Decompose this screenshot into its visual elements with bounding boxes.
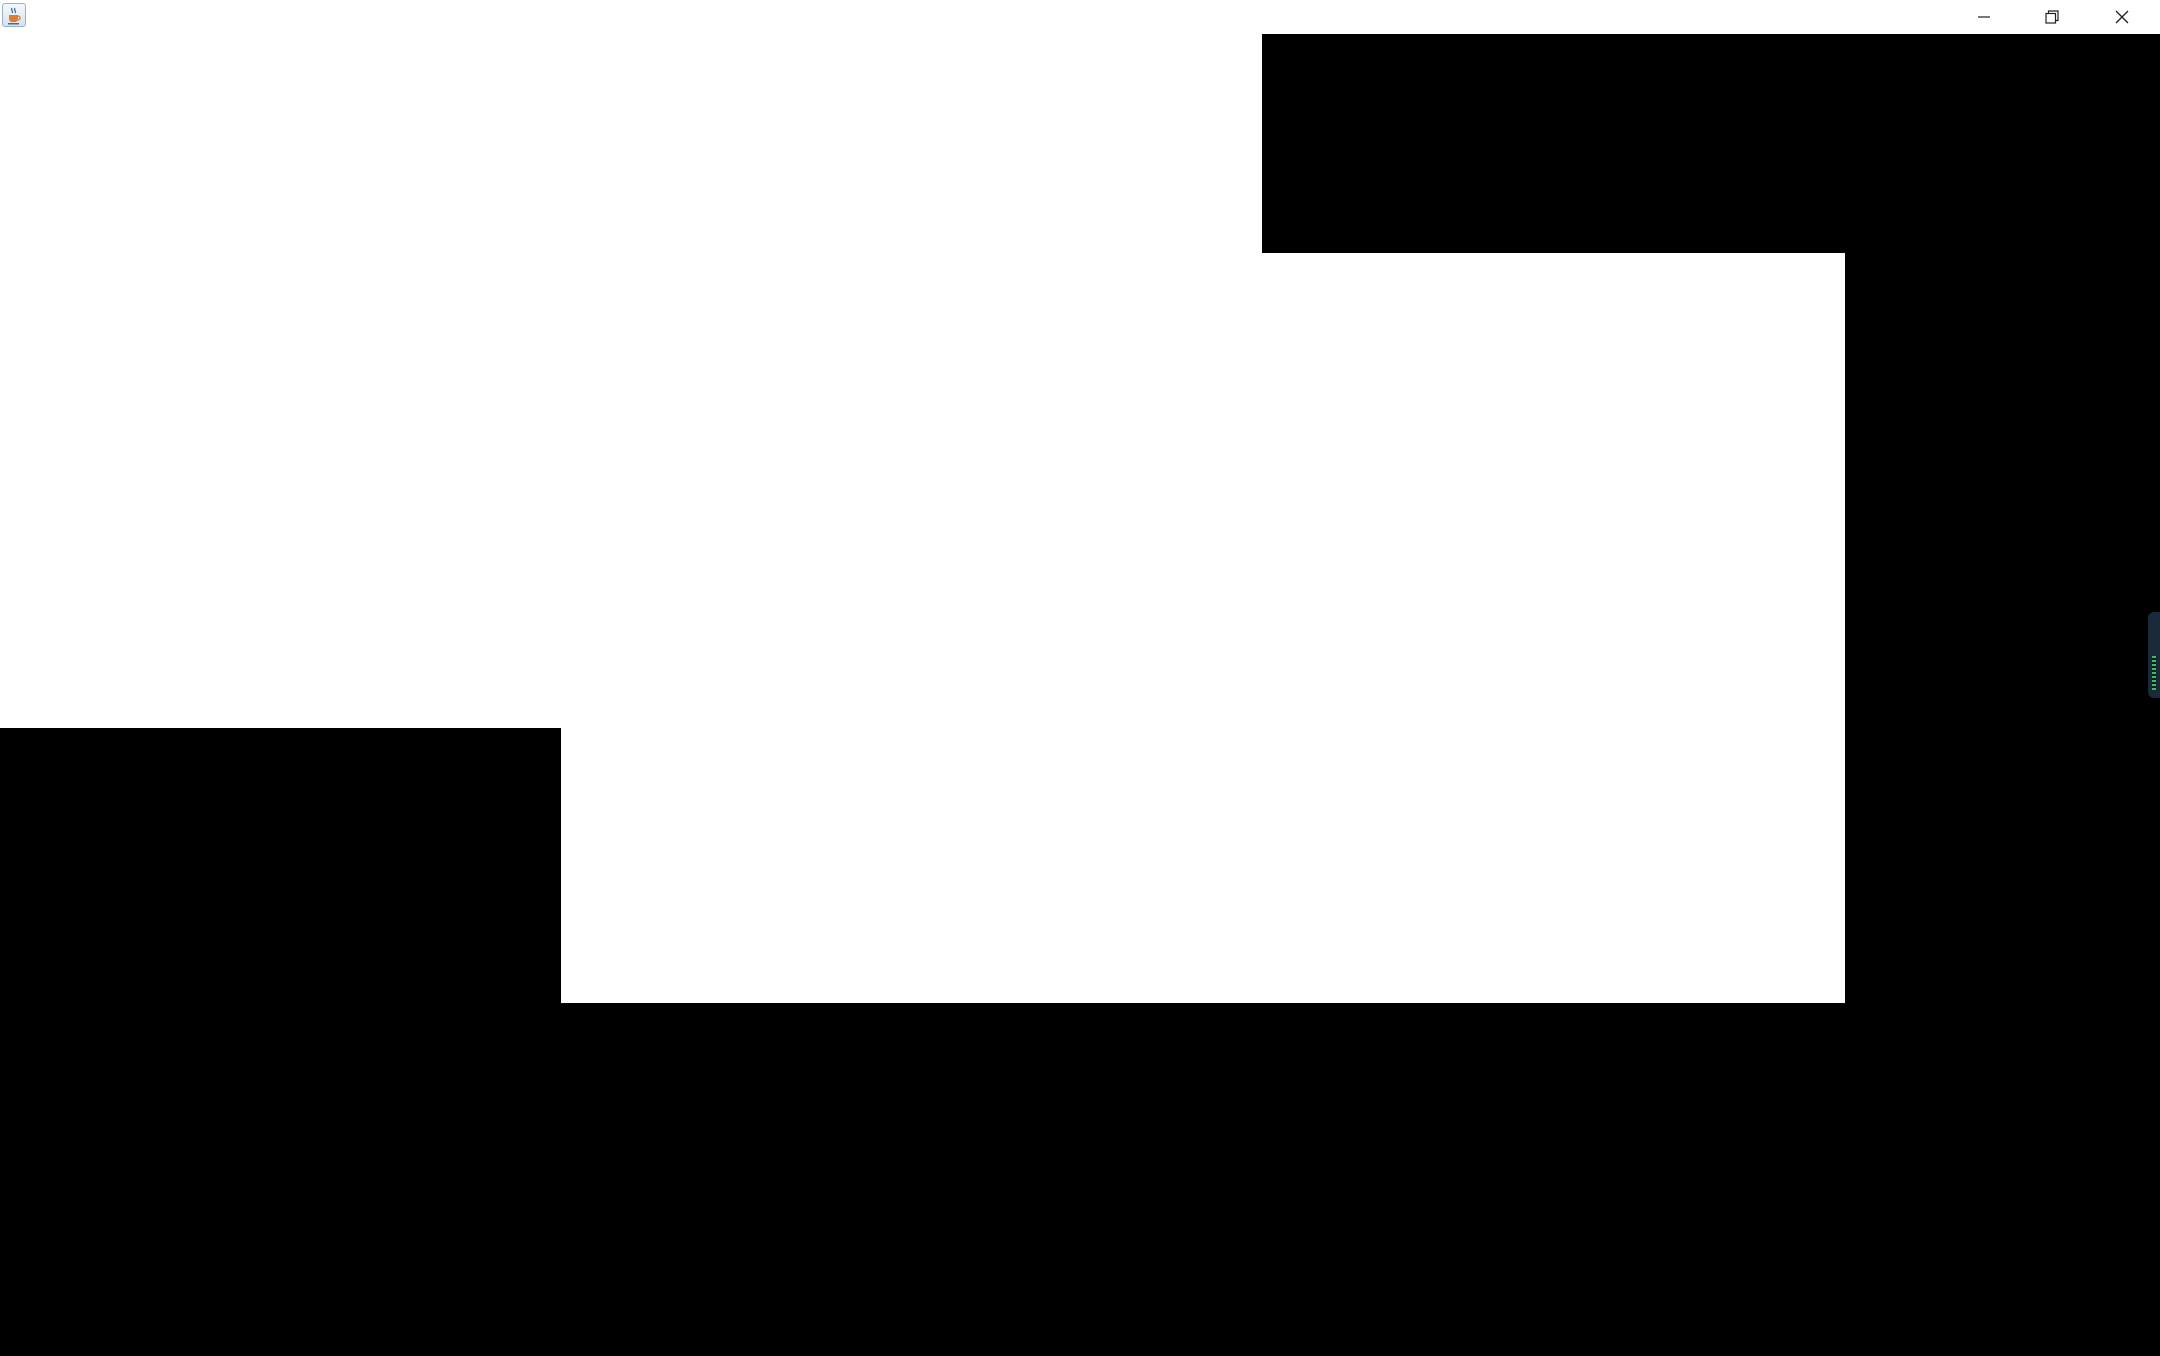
white-region-middle <box>0 253 1845 728</box>
game-canvas[interactable] <box>0 34 2160 1356</box>
restore-button[interactable] <box>2018 0 2086 34</box>
title-bar[interactable] <box>0 0 2160 34</box>
level-meter-icon <box>2152 656 2156 690</box>
white-region-top <box>0 34 1262 253</box>
app-window <box>0 0 2160 1356</box>
close-icon <box>2114 9 2130 25</box>
restore-icon <box>2044 9 2060 25</box>
white-region-lower <box>561 728 1845 1003</box>
close-button[interactable] <box>2088 0 2156 34</box>
java-cup-icon[interactable] <box>2 3 26 27</box>
side-panel-tab[interactable] <box>2148 612 2160 698</box>
minimize-button[interactable] <box>1950 0 2018 34</box>
minimize-icon <box>1976 9 1992 25</box>
